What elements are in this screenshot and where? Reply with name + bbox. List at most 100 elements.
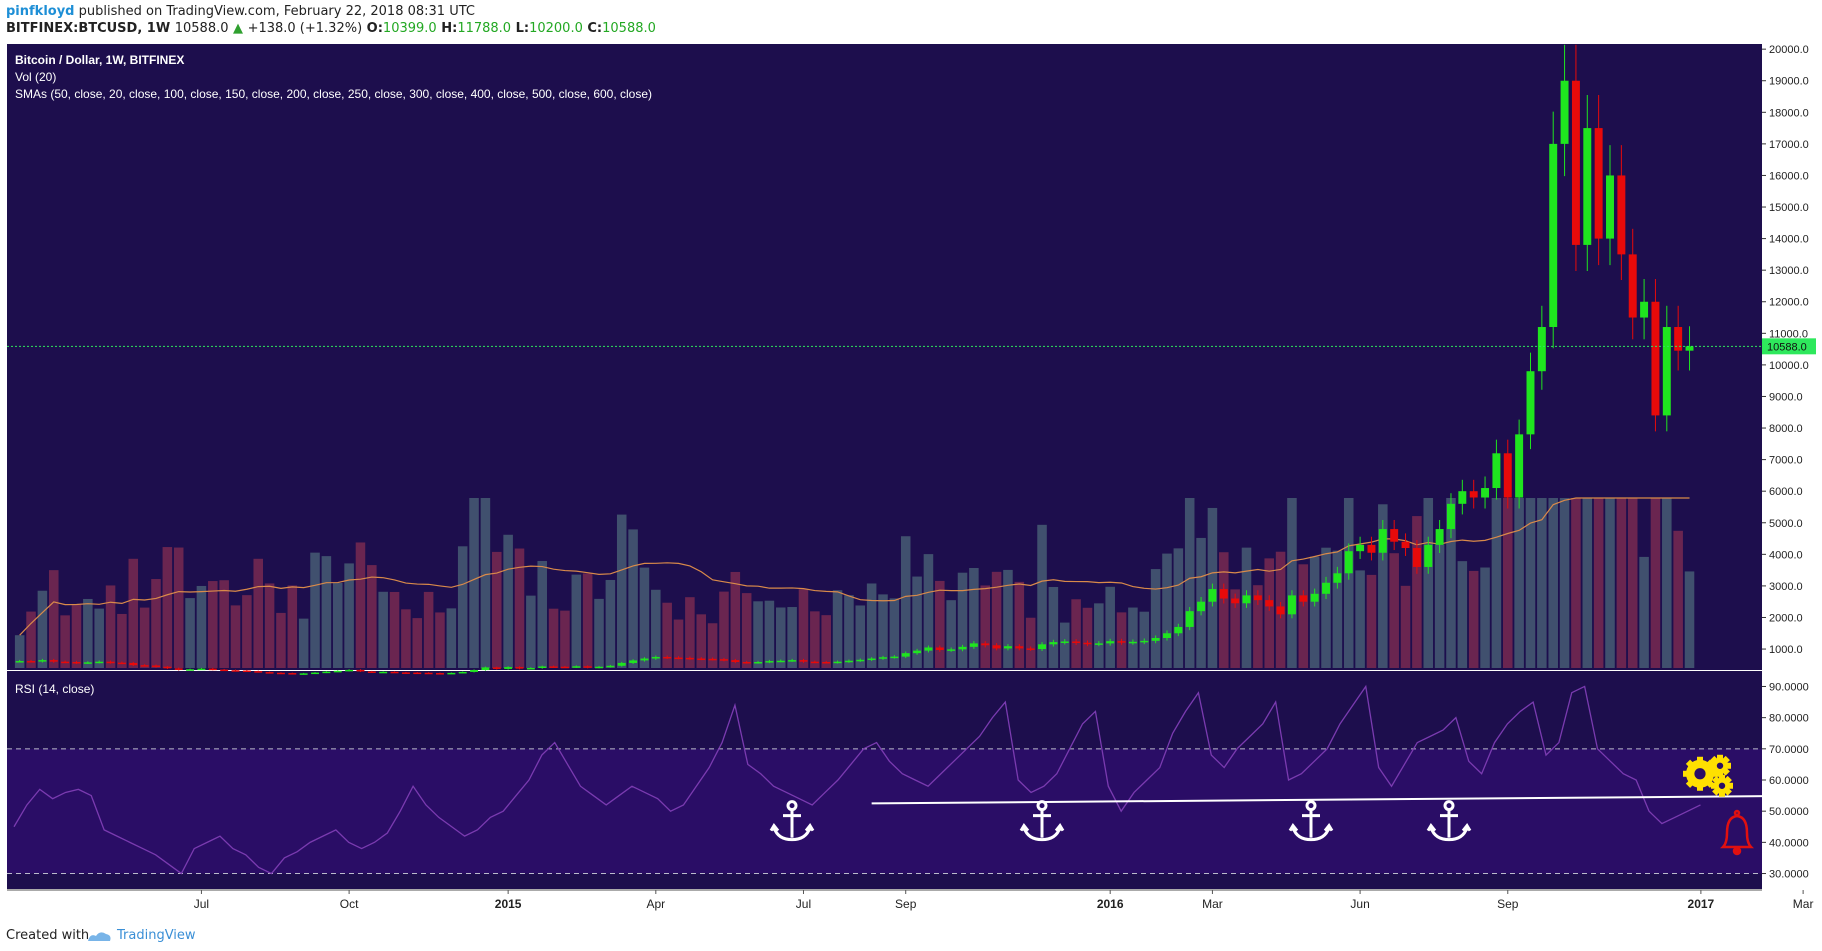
volume-bar — [1128, 607, 1138, 668]
volume-bar — [582, 573, 593, 668]
candle-body — [1276, 606, 1285, 615]
volume-bar — [957, 572, 968, 668]
candle-body — [538, 666, 547, 668]
volume-bar — [1071, 599, 1081, 668]
candle-body — [1481, 488, 1490, 498]
candle-body — [1401, 541, 1410, 549]
volume-bar — [14, 635, 25, 668]
candle-body — [856, 659, 865, 662]
candle-body — [901, 653, 910, 657]
candle-body — [1424, 544, 1433, 567]
candle-body — [549, 666, 558, 668]
volume-bar — [1662, 498, 1672, 668]
candle-body — [1072, 641, 1081, 643]
volume-bar — [321, 556, 332, 668]
candle-body — [401, 672, 410, 674]
candle-body — [470, 670, 479, 672]
price-tick-label: 2000.0 — [1769, 612, 1803, 624]
candle-body — [1094, 643, 1103, 645]
volume-bar — [48, 570, 59, 668]
candle-body — [1549, 143, 1558, 328]
author-link[interactable]: pinfkloyd — [6, 4, 75, 19]
price-tick-label: 10000.0 — [1769, 360, 1809, 372]
volume-bar — [1457, 561, 1468, 668]
volume-bar — [83, 598, 93, 668]
candle-body — [924, 647, 933, 651]
volume-bar — [173, 547, 184, 668]
candle-body — [38, 660, 47, 662]
volume-bar — [673, 619, 684, 668]
volume-bar — [866, 583, 877, 668]
candle-body — [1651, 301, 1660, 416]
volume-bar — [707, 623, 718, 668]
symbol-label: BITFINEX:BTCUSD, 1W — [6, 21, 171, 36]
candle-body — [1106, 641, 1115, 644]
candle-body — [1083, 642, 1092, 645]
candle-body — [208, 668, 217, 671]
volume-bar — [469, 498, 479, 668]
volume-bar — [1571, 498, 1581, 668]
volume-bar — [151, 579, 161, 668]
candle-body — [1685, 346, 1694, 351]
candle-body — [504, 667, 513, 669]
volume-bar — [310, 552, 320, 668]
candle-body — [697, 658, 706, 661]
volume-bar — [401, 609, 411, 668]
price-tick-label: 6000.0 — [1769, 486, 1803, 498]
price-chart[interactable]: 20000.0 19000.0 18000.0 17000.0 16000.0 15000… — [0, 44, 1822, 914]
volume-bar — [105, 585, 116, 668]
candle-body — [822, 662, 831, 664]
volume-bar — [1514, 498, 1524, 668]
volume-bar — [298, 618, 309, 668]
candle-body — [981, 643, 990, 646]
volume-bar — [378, 591, 388, 668]
volume-bar — [1014, 581, 1025, 668]
candle-body — [1140, 640, 1149, 643]
candle-body — [1015, 646, 1024, 649]
volume-bar — [1627, 498, 1638, 668]
candle-body — [810, 661, 819, 664]
volume-bar — [1309, 556, 1320, 668]
candle-body — [526, 668, 535, 670]
volume-bar — [798, 589, 809, 668]
candle-body — [231, 670, 240, 672]
candle-body — [776, 660, 785, 663]
candle-body — [685, 657, 694, 660]
volume-bar — [821, 615, 831, 668]
volume-bar — [230, 605, 241, 668]
last-price: 10588.0 — [174, 21, 229, 36]
candle-body — [1594, 128, 1603, 239]
candle-body — [1390, 529, 1399, 542]
volume-bar — [208, 581, 218, 668]
candle-body — [947, 649, 956, 651]
candle-body — [1617, 175, 1626, 255]
volume-bar — [367, 565, 377, 668]
volume-bar — [355, 542, 366, 668]
price-change: +138.0 (+1.32%) — [247, 21, 363, 36]
time-tick-label: 2016 — [1097, 897, 1124, 911]
rsi-tick-label: 90.0000 — [1769, 681, 1809, 693]
candle-body — [152, 665, 160, 667]
volume-bar — [1503, 498, 1513, 668]
candle-body — [1242, 595, 1251, 604]
low-value: 10200.0 — [529, 21, 583, 36]
change-arrow-icon: ▲ — [233, 21, 244, 36]
time-tick-label: 2015 — [495, 897, 522, 911]
tradingview-brand[interactable]: TradingView — [117, 928, 196, 943]
volume-bar — [71, 603, 82, 668]
candle-body — [640, 658, 649, 661]
volume-bar — [548, 608, 559, 668]
candle-body — [890, 656, 899, 659]
candle-body — [1640, 301, 1649, 318]
tradingview-logo-icon[interactable] — [86, 929, 112, 945]
volume-bar — [253, 558, 263, 668]
volume-bar — [1537, 498, 1547, 668]
volume-bar — [1468, 570, 1479, 668]
volume-bar — [1434, 544, 1445, 668]
time-tick-label: Oct — [340, 897, 359, 911]
candle-body — [458, 671, 467, 674]
volume-bar — [730, 571, 741, 668]
candle-body — [708, 658, 717, 661]
legend-title: Bitcoin / Dollar, 1W, BITFINEX — [15, 53, 184, 67]
rsi-tick-label: 70.0000 — [1769, 744, 1809, 756]
